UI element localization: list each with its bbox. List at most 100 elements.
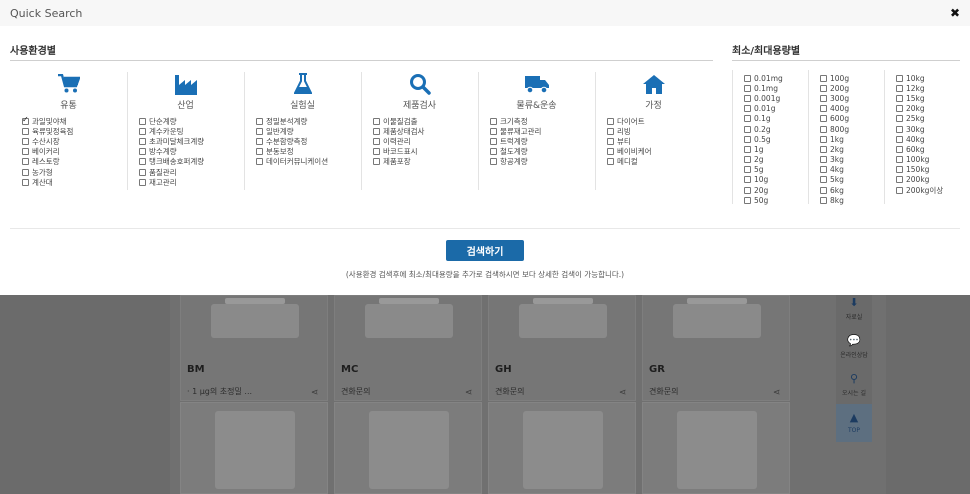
- env-option[interactable]: 계산대: [22, 177, 73, 187]
- checkbox[interactable]: [896, 105, 903, 113]
- capacity-option[interactable]: 0.001g: [744, 93, 783, 103]
- checkbox[interactable]: [22, 137, 29, 145]
- checkbox[interactable]: [373, 158, 380, 166]
- checkbox[interactable]: [820, 135, 827, 143]
- env-option[interactable]: 이력관리: [373, 136, 424, 146]
- capacity-option[interactable]: 100g: [820, 73, 849, 83]
- capacity-option[interactable]: 150kg: [896, 165, 943, 175]
- capacity-option[interactable]: 25kg: [896, 114, 943, 124]
- capacity-option[interactable]: 1g: [744, 144, 783, 154]
- env-option[interactable]: 정밀분석계량: [256, 116, 328, 126]
- env-option[interactable]: 바코드표시: [373, 147, 424, 157]
- capacity-option[interactable]: 60kg: [896, 144, 943, 154]
- capacity-option[interactable]: 6kg: [820, 185, 849, 195]
- capacity-option[interactable]: 200kg: [896, 175, 943, 185]
- env-option[interactable]: 계수카운팅: [139, 126, 204, 136]
- env-option[interactable]: 항공계량: [490, 157, 541, 167]
- env-option[interactable]: 품질관리: [139, 167, 204, 177]
- capacity-option[interactable]: 40kg: [896, 134, 943, 144]
- product-card[interactable]: [488, 402, 636, 494]
- checkbox[interactable]: [607, 137, 614, 145]
- env-option[interactable]: 리빙: [607, 126, 652, 136]
- capacity-option[interactable]: 200kg이상: [896, 185, 943, 195]
- checkbox[interactable]: [820, 84, 827, 92]
- capacity-option[interactable]: 0.1g: [744, 114, 783, 124]
- product-card[interactable]: [334, 402, 482, 494]
- env-option[interactable]: 일반계량: [256, 126, 328, 136]
- env-option[interactable]: 과일및야채: [22, 115, 73, 126]
- capacity-option[interactable]: 600g: [820, 114, 849, 124]
- checkbox[interactable]: [256, 127, 263, 135]
- checkbox[interactable]: [22, 158, 29, 166]
- checkbox[interactable]: [744, 94, 751, 102]
- checkbox[interactable]: [820, 176, 827, 184]
- product-card[interactable]: [180, 402, 328, 494]
- env-option[interactable]: 육류및정육점: [22, 126, 73, 136]
- capacity-option[interactable]: 20g: [744, 185, 783, 195]
- checkbox[interactable]: [607, 117, 614, 125]
- checkbox[interactable]: [896, 156, 903, 164]
- env-option[interactable]: 분동보정: [256, 147, 328, 157]
- checkbox[interactable]: [744, 166, 751, 174]
- checkbox[interactable]: [139, 158, 146, 166]
- quick-menu-top[interactable]: ▲ TOP: [836, 404, 872, 442]
- checkbox[interactable]: [820, 166, 827, 174]
- capacity-option[interactable]: 5g: [744, 165, 783, 175]
- checkbox[interactable]: [744, 196, 751, 204]
- share-icon[interactable]: ⋖: [311, 388, 321, 398]
- env-option[interactable]: 베이커리: [22, 147, 73, 157]
- env-option[interactable]: 레스토랑: [22, 157, 73, 167]
- env-option[interactable]: 수분함량측정: [256, 136, 328, 146]
- checkbox[interactable]: [139, 148, 146, 156]
- checkbox[interactable]: [256, 148, 263, 156]
- checkbox[interactable]: [373, 117, 380, 125]
- checkbox[interactable]: [607, 127, 614, 135]
- checkbox[interactable]: [820, 186, 827, 194]
- checkbox[interactable]: [896, 125, 903, 133]
- env-option[interactable]: 베이비케어: [607, 147, 652, 157]
- checkbox[interactable]: [744, 115, 751, 123]
- env-option[interactable]: 단순계량: [139, 116, 204, 126]
- checkbox[interactable]: [820, 94, 827, 102]
- checkbox[interactable]: [820, 196, 827, 204]
- capacity-option[interactable]: 20kg: [896, 104, 943, 114]
- checkbox[interactable]: [373, 148, 380, 156]
- capacity-option[interactable]: 12kg: [896, 83, 943, 93]
- capacity-option[interactable]: 0.01g: [744, 104, 783, 114]
- env-option[interactable]: 철도계량: [490, 147, 541, 157]
- checkbox[interactable]: [490, 117, 497, 125]
- share-icon[interactable]: ⋖: [773, 388, 783, 398]
- capacity-option[interactable]: 5kg: [820, 175, 849, 185]
- env-option[interactable]: 데이터커뮤니케이션: [256, 157, 328, 167]
- quick-menu-consult[interactable]: 💬 온라인상담: [836, 328, 872, 366]
- env-option[interactable]: 제품포장: [373, 157, 424, 167]
- checkbox[interactable]: [744, 186, 751, 194]
- checkbox[interactable]: [896, 166, 903, 174]
- capacity-option[interactable]: 3kg: [820, 155, 849, 165]
- product-card[interactable]: [642, 402, 790, 494]
- capacity-option[interactable]: 10g: [744, 175, 783, 185]
- env-option[interactable]: 크기측정: [490, 116, 541, 126]
- checkbox[interactable]: [22, 168, 29, 176]
- capacity-option[interactable]: 10kg: [896, 73, 943, 83]
- capacity-option[interactable]: 4kg: [820, 165, 849, 175]
- product-card[interactable]: BM · 1 µg의 초정밀 ... ⋖: [180, 295, 328, 401]
- checkbox[interactable]: [744, 176, 751, 184]
- env-option[interactable]: 이물질검출: [373, 116, 424, 126]
- search-button[interactable]: 검색하기: [446, 240, 524, 261]
- checkbox[interactable]: [744, 84, 751, 92]
- checkbox[interactable]: [896, 135, 903, 143]
- checkbox[interactable]: [139, 117, 146, 125]
- checkbox[interactable]: [256, 137, 263, 145]
- capacity-option[interactable]: 0.5g: [744, 134, 783, 144]
- checkbox[interactable]: [820, 74, 827, 82]
- checkbox[interactable]: [820, 125, 827, 133]
- checkbox[interactable]: [896, 84, 903, 92]
- capacity-option[interactable]: 2kg: [820, 144, 849, 154]
- quick-menu-location[interactable]: ⚲ 오시는 길: [836, 366, 872, 404]
- checkbox[interactable]: [744, 125, 751, 133]
- close-icon[interactable]: ✖: [948, 6, 962, 20]
- checkbox[interactable]: [490, 148, 497, 156]
- capacity-option[interactable]: 400g: [820, 104, 849, 114]
- env-option[interactable]: 메디컬: [607, 157, 652, 167]
